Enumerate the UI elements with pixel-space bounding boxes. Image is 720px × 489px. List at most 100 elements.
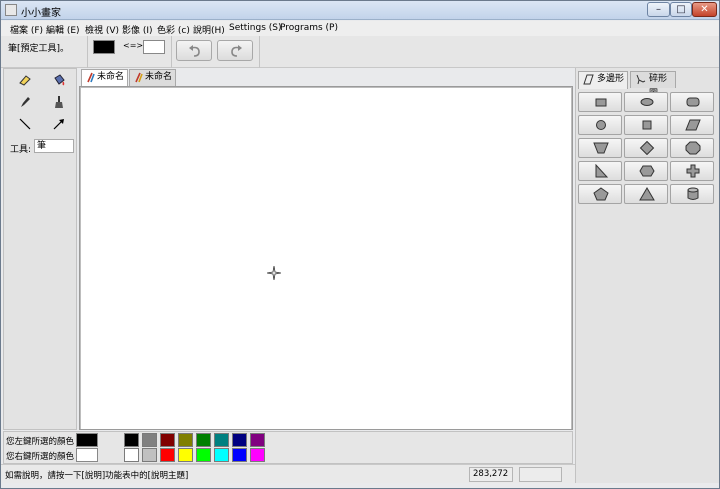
pencil-icon bbox=[21, 97, 30, 107]
palette-swatch[interactable] bbox=[142, 448, 157, 462]
eraser-tool[interactable] bbox=[16, 71, 36, 89]
toolbar-separator bbox=[259, 36, 260, 68]
menu-image[interactable]: 影像 (I) bbox=[122, 23, 153, 36]
cursor-coordinates: 283,272 bbox=[469, 467, 513, 482]
shape-panel: 多邊形 碎形圖 bbox=[575, 68, 719, 483]
line-icon bbox=[19, 118, 31, 130]
menu-programs[interactable]: Programs (P) bbox=[280, 23, 338, 33]
redo-button[interactable] bbox=[217, 40, 253, 61]
menu-help[interactable]: 說明(H) bbox=[193, 23, 225, 36]
shape-square-button[interactable] bbox=[624, 115, 668, 135]
menu-settings[interactable]: Settings (S) bbox=[229, 23, 282, 33]
title-bar[interactable]: 小小畫家 – □ ✕ bbox=[1, 1, 719, 20]
parallelogram-icon bbox=[685, 119, 701, 131]
rectangle-icon bbox=[595, 98, 607, 107]
polygon-icon bbox=[583, 74, 594, 85]
line-tool[interactable] bbox=[16, 115, 36, 133]
color-palette: 您左鍵所選的顏色 您右鍵所選的顏色 bbox=[3, 431, 573, 464]
eraser-icon bbox=[19, 75, 31, 86]
document-tabs: 未命名1 未命名2 bbox=[79, 69, 573, 97]
fractal-icon bbox=[636, 74, 646, 85]
brush-tool[interactable] bbox=[50, 93, 70, 111]
shape-parallelogram-button[interactable] bbox=[670, 115, 714, 135]
menu-color[interactable]: 色彩 (c) bbox=[157, 23, 190, 36]
palette-swatch[interactable] bbox=[160, 433, 175, 447]
octagon-icon bbox=[685, 141, 701, 155]
shape-rectangle-button[interactable] bbox=[578, 92, 622, 112]
palette-swatch[interactable] bbox=[124, 448, 139, 462]
tool-label: 工具: bbox=[10, 145, 32, 155]
tab-document-1[interactable]: 未命名1 bbox=[81, 69, 128, 97]
palette-swatch[interactable] bbox=[124, 433, 139, 447]
left-color-preview[interactable] bbox=[93, 40, 115, 54]
tab-polygon[interactable]: 多邊形 bbox=[578, 71, 628, 89]
palette-swatch[interactable] bbox=[196, 448, 211, 462]
maximize-button[interactable]: □ bbox=[670, 2, 692, 17]
shape-ellipse-button[interactable] bbox=[624, 92, 668, 112]
palette-swatch[interactable] bbox=[232, 433, 247, 447]
undo-icon bbox=[189, 45, 200, 57]
menu-file[interactable]: 檔案 (F) bbox=[10, 23, 43, 36]
tool-panel: 工具: 筆 bbox=[3, 68, 77, 430]
diamond-icon bbox=[639, 141, 655, 155]
drawing-canvas[interactable] bbox=[81, 88, 571, 429]
left-selected-color[interactable] bbox=[76, 433, 98, 447]
undo-button[interactable] bbox=[176, 40, 212, 61]
shape-diamond-button[interactable] bbox=[624, 138, 668, 158]
menu-bar: 檔案 (F) 編輯 (E) 檢視 (V) 影像 (I) 色彩 (c) 說明(H)… bbox=[1, 21, 719, 36]
shape-cross-button[interactable] bbox=[670, 161, 714, 181]
app-window: 小小畫家 – □ ✕ 檔案 (F) 編輯 (E) 檢視 (V) 影像 (I) 色… bbox=[0, 0, 720, 489]
pentagon-icon bbox=[593, 187, 609, 201]
right-triangle-icon bbox=[595, 164, 609, 178]
shape-trapezoid-button[interactable] bbox=[578, 138, 622, 158]
palette-swatch[interactable] bbox=[142, 433, 157, 447]
shape-cylinder-button[interactable] bbox=[670, 184, 714, 204]
tab-document-2[interactable]: 未命名2 bbox=[129, 69, 176, 97]
palette-swatch[interactable] bbox=[196, 433, 211, 447]
palette-swatch[interactable] bbox=[178, 433, 193, 447]
triangle-icon bbox=[639, 187, 655, 201]
toolbar: 筆[預定工具]。 <=> bbox=[1, 36, 719, 68]
minimize-button[interactable]: – bbox=[647, 2, 670, 17]
arrow-icon bbox=[53, 119, 64, 130]
trapezoid-icon bbox=[593, 142, 609, 154]
shape-pentagon-button[interactable] bbox=[578, 184, 622, 204]
fill-bucket-icon bbox=[54, 74, 65, 86]
swap-colors-label[interactable]: <=> bbox=[123, 41, 143, 50]
right-color-preview[interactable] bbox=[143, 40, 165, 54]
current-tool-field: 筆 bbox=[34, 139, 74, 153]
palette-swatch[interactable] bbox=[214, 433, 229, 447]
window-title: 小小畫家 bbox=[21, 8, 61, 19]
ellipse-icon bbox=[640, 98, 654, 106]
shape-right-triangle-button[interactable] bbox=[578, 161, 622, 181]
palette-swatch[interactable] bbox=[214, 448, 229, 462]
palette-swatch[interactable] bbox=[160, 448, 175, 462]
app-icon bbox=[5, 4, 17, 16]
status-field bbox=[519, 467, 562, 482]
hexagon-icon bbox=[639, 165, 655, 177]
brush-icon bbox=[55, 96, 63, 108]
menu-view[interactable]: 檢視 (V) bbox=[85, 23, 119, 36]
palette-swatch[interactable] bbox=[178, 448, 193, 462]
menu-edit[interactable]: 編輯 (E) bbox=[46, 23, 80, 36]
tab-label: 多邊形 bbox=[597, 74, 625, 84]
fill-tool[interactable] bbox=[50, 71, 70, 89]
arrow-tool[interactable] bbox=[50, 115, 70, 133]
canvas-frame bbox=[79, 86, 573, 430]
close-button[interactable]: ✕ bbox=[692, 2, 717, 17]
pencil-tool[interactable] bbox=[16, 93, 36, 111]
palette-swatch[interactable] bbox=[250, 448, 265, 462]
shape-triangle-button[interactable] bbox=[624, 184, 668, 204]
shape-octagon-button[interactable] bbox=[670, 138, 714, 158]
crosshair-cursor-icon bbox=[267, 266, 281, 280]
shape-hexagon-button[interactable] bbox=[624, 161, 668, 181]
palette-swatch[interactable] bbox=[250, 433, 265, 447]
shape-rounded-rectangle-button[interactable] bbox=[670, 92, 714, 112]
tab-fractal[interactable]: 碎形圖 bbox=[630, 71, 676, 99]
paint-brush-icon bbox=[87, 72, 95, 83]
right-selected-color[interactable] bbox=[76, 448, 98, 462]
shape-circle-button[interactable] bbox=[578, 115, 622, 135]
palette-swatch[interactable] bbox=[232, 448, 247, 462]
tool-status: 筆[預定工具]。 bbox=[8, 44, 70, 54]
cylinder-icon bbox=[687, 187, 699, 200]
